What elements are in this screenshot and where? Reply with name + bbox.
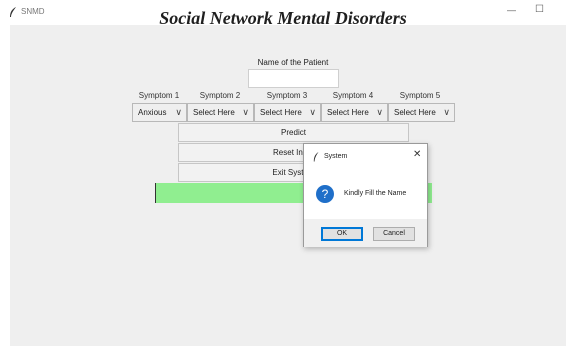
dialog-close-icon[interactable]: ✕: [413, 149, 421, 160]
symptom-2-select[interactable]: Select Here ∨: [187, 103, 254, 122]
patient-name-input[interactable]: [248, 69, 339, 88]
symptom-5-select[interactable]: Select Here ∨: [388, 103, 455, 122]
chevron-down-icon: ∨: [376, 107, 383, 117]
symptom-4-value: Select Here: [327, 108, 369, 117]
symptom-4-label: Symptom 4: [332, 91, 374, 100]
chevron-down-icon: ∨: [443, 107, 450, 117]
chevron-down-icon: ∨: [242, 107, 249, 117]
symptom-3-label: Symptom 3: [266, 91, 308, 100]
patient-name-label: Name of the Patient: [257, 58, 329, 67]
ok-button[interactable]: OK: [321, 227, 363, 241]
dialog-title: System: [324, 153, 348, 160]
system-dialog: System ✕ ? Kindly Fill the Name OK Cance…: [303, 143, 428, 247]
symptom-1-select[interactable]: Anxious ∨: [132, 103, 187, 122]
symptom-1-value: Anxious: [138, 108, 167, 117]
question-icon: ?: [316, 185, 334, 203]
symptom-5-value: Select Here: [394, 108, 436, 117]
chevron-down-icon: ∨: [309, 107, 316, 117]
predict-button[interactable]: Predict: [178, 123, 409, 142]
symptom-3-value: Select Here: [260, 108, 302, 117]
chevron-down-icon: ∨: [175, 107, 182, 117]
symptom-2-label: Symptom 2: [199, 91, 241, 100]
symptom-1-label: Symptom 1: [138, 91, 180, 100]
cancel-button[interactable]: Cancel: [373, 227, 415, 241]
symptom-5-label: Symptom 5: [399, 91, 441, 100]
symptom-4-select[interactable]: Select Here ∨: [321, 103, 388, 122]
feather-icon: [313, 152, 319, 162]
symptom-2-value: Select Here: [193, 108, 235, 117]
symptom-3-select[interactable]: Select Here ∨: [254, 103, 321, 122]
page-title: Social Network Mental Disorders: [159, 8, 407, 28]
dialog-message: Kindly Fill the Name: [344, 190, 407, 197]
